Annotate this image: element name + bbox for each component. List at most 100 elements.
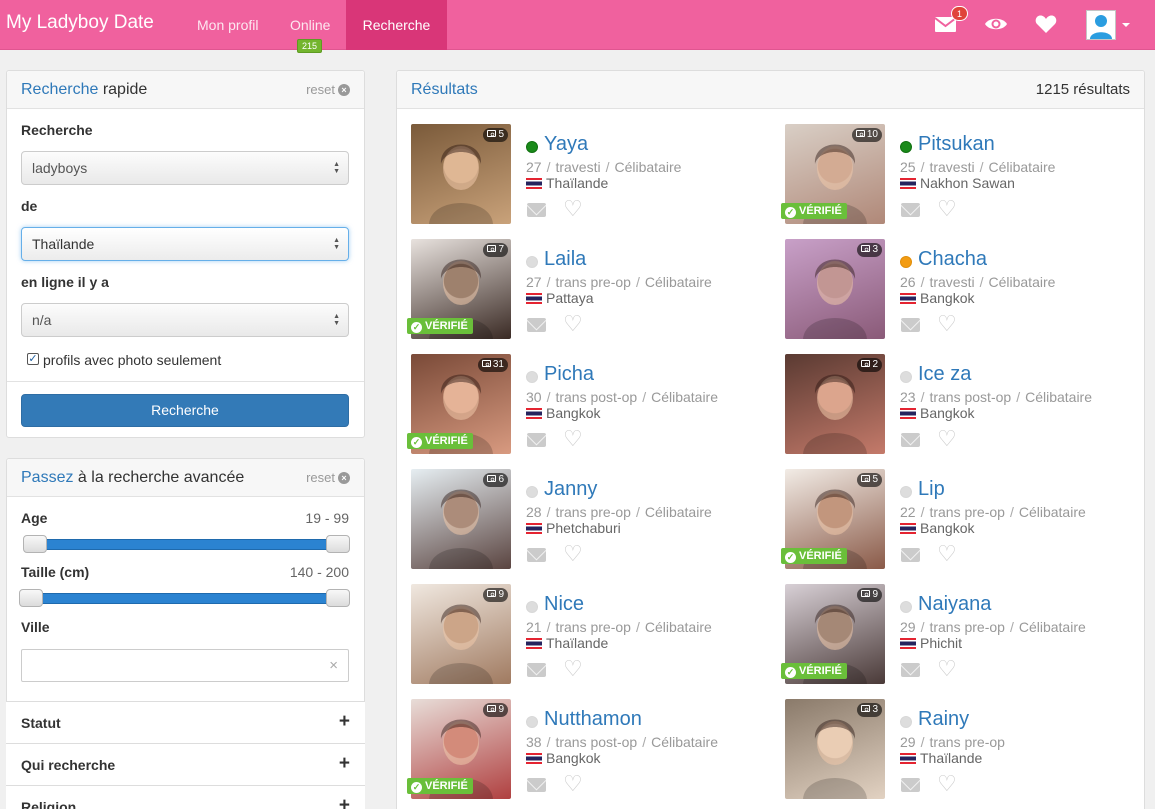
profile-name-link[interactable]: Nice xyxy=(544,593,584,616)
favorite-heart-icon[interactable]: ♡ xyxy=(937,313,957,335)
send-message-icon[interactable] xyxy=(901,433,920,447)
send-message-icon[interactable] xyxy=(901,663,920,677)
plus-icon[interactable]: + xyxy=(339,753,350,775)
verified-badge: ✓ VÉRIFIÉ xyxy=(407,318,473,334)
profile-photo[interactable]: 6 xyxy=(411,469,511,569)
brand-logo[interactable]: My Ladyboy Date xyxy=(6,12,154,34)
profile-photo[interactable]: 3 xyxy=(785,239,885,339)
favorite-heart-icon[interactable]: ♡ xyxy=(563,543,583,565)
quick-search-reset[interactable]: reset × xyxy=(306,82,350,97)
profile-name-link[interactable]: Laila xyxy=(544,248,586,271)
search-submit-button[interactable]: Recherche xyxy=(21,394,349,427)
send-message-icon[interactable] xyxy=(901,203,920,217)
city-input[interactable]: × xyxy=(21,649,349,682)
profile-photo[interactable]: 3 xyxy=(785,699,885,799)
presence-status-dot xyxy=(526,601,538,613)
eye-icon[interactable] xyxy=(984,12,1008,36)
favorite-heart-icon[interactable]: ♡ xyxy=(563,198,583,220)
send-message-icon[interactable] xyxy=(527,433,546,447)
camera-icon xyxy=(861,360,871,367)
accordion-looking-for[interactable]: Qui recherche + xyxy=(6,743,365,785)
profile-card[interactable]: 2 Ice za 23/trans post-op / Célibataire Bangk… xyxy=(785,354,1155,456)
photo-only-label[interactable]: profils avec photo seulement xyxy=(43,352,221,368)
close-circle-icon[interactable]: × xyxy=(338,84,350,96)
send-message-icon[interactable] xyxy=(527,203,546,217)
send-message-icon[interactable] xyxy=(527,778,546,792)
photo-only-checkbox[interactable]: ✓ xyxy=(27,353,39,365)
photo-count-badge: 9 xyxy=(857,588,882,602)
profile-name-link[interactable]: Janny xyxy=(544,478,597,501)
profile-name-link[interactable]: Nutthamon xyxy=(544,708,642,731)
clear-icon[interactable]: × xyxy=(329,657,338,674)
heart-icon[interactable] xyxy=(1034,12,1058,36)
profile-card[interactable]: 9 ✓ VÉRIFIÉ Naiyana 29/trans pre-op / Célibata… xyxy=(781,584,1155,686)
profile-card[interactable]: 5 Yaya 27/travesti / Célibataire Thaïlande ♡ xyxy=(411,124,783,226)
send-message-icon[interactable] xyxy=(527,663,546,677)
favorite-heart-icon[interactable]: ♡ xyxy=(937,543,957,565)
send-message-icon[interactable] xyxy=(901,318,920,332)
height-slider-min-handle[interactable] xyxy=(19,589,43,607)
profile-photo[interactable]: 9 xyxy=(411,584,511,684)
online-since-select[interactable]: n/a ▲ ▼ xyxy=(21,303,349,337)
profile-card[interactable]: 5 ✓ VÉRIFIÉ Lip 22/trans pre-op / Célibataire B… xyxy=(781,469,1155,571)
height-range-value: 140 - 200 xyxy=(289,564,349,580)
favorite-heart-icon[interactable]: ♡ xyxy=(563,773,583,795)
accordion-status[interactable]: Statut + xyxy=(6,701,365,743)
profile-card[interactable]: 10 ✓ VÉRIFIÉ Pitsukan 25/travesti / Célibatair… xyxy=(781,124,1155,226)
chevron-down-icon[interactable] xyxy=(1122,23,1130,27)
favorite-heart-icon[interactable]: ♡ xyxy=(937,198,957,220)
favorite-heart-icon[interactable]: ♡ xyxy=(937,773,957,795)
profile-location: Nakhon Sawan xyxy=(900,175,1015,191)
nav-search[interactable]: Recherche xyxy=(346,0,447,50)
accordion-religion[interactable]: Religion + xyxy=(6,785,365,809)
profile-name-link[interactable]: Rainy xyxy=(918,708,969,731)
age-slider-max-handle[interactable] xyxy=(326,535,350,553)
thailand-flag-icon xyxy=(526,293,542,304)
close-circle-icon[interactable]: × xyxy=(338,472,350,484)
profile-card[interactable]: 31 ✓ VÉRIFIÉ Picha 30/trans post-op / Célibata… xyxy=(407,354,783,456)
nav-my-profile[interactable]: Mon profil xyxy=(182,0,273,50)
favorite-heart-icon[interactable]: ♡ xyxy=(937,658,957,680)
profile-card[interactable]: 9 ✓ VÉRIFIÉ Nutthamon 38/trans post-op / Célib… xyxy=(407,699,783,801)
profile-photo[interactable]: 5 xyxy=(411,124,511,224)
camera-icon xyxy=(855,130,865,137)
age-slider-track[interactable] xyxy=(34,539,337,550)
user-avatar-icon[interactable] xyxy=(1086,10,1116,40)
profile-card[interactable]: 9 Nice 21/trans pre-op / Célibataire Thaïland… xyxy=(411,584,783,686)
profile-card[interactable]: 3 Chacha 26/travesti / Célibataire Bangkok ♡ xyxy=(785,239,1155,341)
send-message-icon[interactable] xyxy=(901,548,920,562)
search-type-select[interactable]: ladyboys ▲ ▼ xyxy=(21,151,349,185)
profile-meta: 23/trans post-op / Célibataire xyxy=(900,389,1093,405)
height-slider-track[interactable] xyxy=(30,593,338,604)
profile-name-link[interactable]: Naiyana xyxy=(918,593,991,616)
country-select[interactable]: Thaïlande ▲ ▼ xyxy=(21,227,349,261)
plus-icon[interactable]: + xyxy=(339,711,350,733)
profile-card[interactable]: 7 ✓ VÉRIFIÉ Laila 27/trans pre-op / Célibatair… xyxy=(407,239,783,341)
plus-icon[interactable]: + xyxy=(339,795,350,809)
profile-name-link[interactable]: Lip xyxy=(918,478,945,501)
check-icon: ✓ xyxy=(411,782,422,793)
profile-name-link[interactable]: Chacha xyxy=(918,248,987,271)
profile-name-link[interactable]: Yaya xyxy=(544,133,588,156)
advanced-search-reset[interactable]: reset × xyxy=(306,470,350,485)
photo-count-badge: 6 xyxy=(483,473,508,487)
favorite-heart-icon[interactable]: ♡ xyxy=(563,428,583,450)
send-message-icon[interactable] xyxy=(527,318,546,332)
profile-name-link[interactable]: Picha xyxy=(544,363,594,386)
profile-name-link[interactable]: Ice za xyxy=(918,363,971,386)
profile-card[interactable]: 6 Janny 28/trans pre-op / Célibataire Phetcha… xyxy=(411,469,783,571)
profile-photo[interactable]: 2 xyxy=(785,354,885,454)
age-slider-min-handle[interactable] xyxy=(23,535,47,553)
send-message-icon[interactable] xyxy=(527,548,546,562)
profile-name-link[interactable]: Pitsukan xyxy=(918,133,995,156)
camera-icon xyxy=(861,245,871,252)
favorite-heart-icon[interactable]: ♡ xyxy=(563,313,583,335)
favorite-heart-icon[interactable]: ♡ xyxy=(563,658,583,680)
check-icon: ✓ xyxy=(785,207,796,218)
photo-count-badge: 2 xyxy=(857,358,882,372)
height-slider-max-handle[interactable] xyxy=(326,589,350,607)
profile-card[interactable]: 3 Rainy 29/trans pre-op Thaïlande ♡ xyxy=(785,699,1155,801)
camera-icon xyxy=(487,130,497,137)
send-message-icon[interactable] xyxy=(901,778,920,792)
favorite-heart-icon[interactable]: ♡ xyxy=(937,428,957,450)
